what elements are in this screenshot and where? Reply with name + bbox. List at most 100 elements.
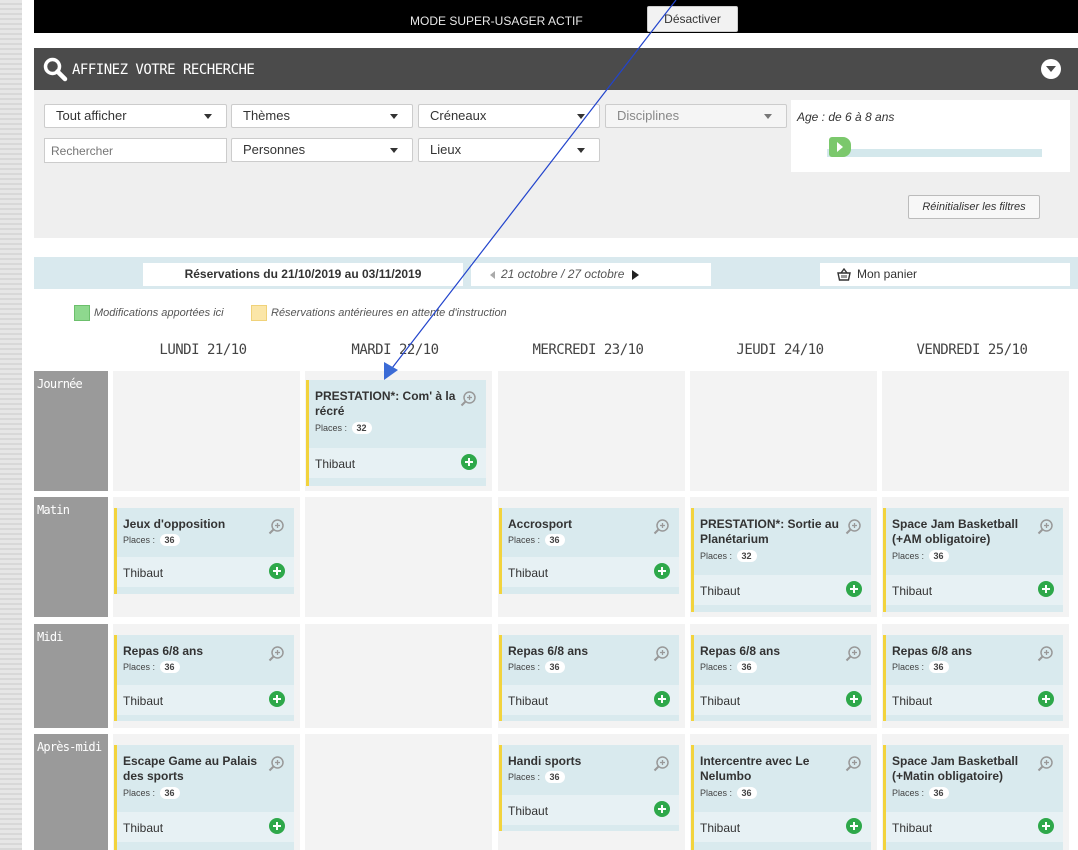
places-label: Places :	[700, 788, 733, 798]
activity-card[interactable]: Repas 6/8 ans Places : 36 Thibaut	[114, 635, 294, 721]
zoom-icon[interactable]	[653, 518, 670, 535]
person-name: Thibaut	[892, 584, 933, 598]
activity-name: Jeux d'opposition	[123, 517, 226, 531]
person-row: Thibaut	[502, 557, 679, 587]
activity-card[interactable]: Repas 6/8 ans Places : 36 Thibaut	[691, 635, 871, 721]
next-week-icon[interactable]	[632, 269, 640, 280]
activity-card[interactable]: Accrosport Places : 36 Thibaut	[499, 508, 679, 594]
reset-filters-button[interactable]: Réinitialiser les filtres	[908, 195, 1040, 219]
zoom-icon[interactable]	[653, 755, 670, 772]
places-count: Places : 36	[508, 661, 565, 673]
zoom-icon[interactable]	[1037, 755, 1054, 772]
places-number: 36	[159, 787, 180, 799]
zoom-icon[interactable]	[268, 518, 285, 535]
activity-card[interactable]: Intercentre avec Le Nelumbo Places : 36 …	[691, 745, 871, 850]
add-circle-icon[interactable]	[654, 801, 670, 817]
add-circle-icon[interactable]	[269, 691, 285, 707]
add-circle-icon[interactable]	[269, 563, 285, 579]
places-label: Places :	[700, 662, 733, 672]
add-circle-icon[interactable]	[269, 818, 285, 834]
person-row: Thibaut	[886, 685, 1063, 715]
places-label: Places :	[123, 662, 156, 672]
activity-card[interactable]: Escape Game au Palais des sports Places …	[114, 745, 294, 850]
places-count: Places : 32	[700, 550, 757, 562]
search-input[interactable]	[44, 138, 227, 163]
activity-card[interactable]: Space Jam Basketball (+AM obligatoire) P…	[883, 508, 1063, 612]
zoom-icon[interactable]	[653, 645, 670, 662]
places-label: Places :	[508, 662, 541, 672]
calendar-cell	[305, 734, 492, 850]
zoom-icon[interactable]	[268, 645, 285, 662]
add-circle-icon[interactable]	[654, 691, 670, 707]
zoom-icon[interactable]	[268, 755, 285, 772]
slots-dropdown[interactable]: Créneaux	[418, 104, 600, 128]
person-name: Thibaut	[892, 694, 933, 708]
add-circle-icon[interactable]	[1038, 818, 1054, 834]
day-header-tuesday: MARDI 22/10	[351, 342, 439, 358]
slot-label-apres-midi: Après-midi	[34, 734, 108, 850]
activity-name: PRESTATION*: Sortie au Planétarium	[700, 517, 839, 546]
week-navigator[interactable]: 21 octobre / 27 octobre	[471, 263, 711, 286]
activity-card[interactable]: Repas 6/8 ans Places : 36 Thibaut	[883, 635, 1063, 721]
zoom-icon[interactable]	[1037, 518, 1054, 535]
places-count: Places : 36	[892, 661, 949, 673]
calendar-cell	[305, 624, 492, 728]
zoom-icon[interactable]	[845, 755, 862, 772]
zoom-icon[interactable]	[845, 645, 862, 662]
places-dropdown[interactable]: Lieux	[418, 138, 600, 162]
legend-pending: Réservations antérieures en attente d'in…	[251, 305, 507, 321]
persons-dropdown[interactable]: Personnes	[231, 138, 413, 162]
places-count: Places : 36	[508, 771, 565, 783]
person-name: Thibaut	[508, 566, 549, 580]
add-circle-icon[interactable]	[846, 818, 862, 834]
deactivate-button[interactable]: Désactiver	[647, 6, 738, 32]
week-label: 21 octobre / 27 octobre	[501, 267, 625, 281]
person-row: Thibaut	[117, 685, 294, 715]
calendar-cell	[882, 371, 1069, 491]
person-row: Thibaut	[694, 575, 871, 605]
show-all-dropdown-label: Tout afficher	[56, 108, 127, 123]
activity-card[interactable]: PRESTATION*: Sortie au Planétarium Place…	[691, 508, 871, 612]
search-panel-header[interactable]: AFFINEZ VOTRE RECHERCHE	[34, 48, 1078, 90]
places-number: 36	[544, 661, 565, 673]
age-slider-track[interactable]	[827, 149, 1042, 157]
person-row: Thibaut	[309, 448, 486, 478]
places-count: Places : 36	[123, 661, 180, 673]
places-number: 36	[544, 771, 565, 783]
search-panel-title: AFFINEZ VOTRE RECHERCHE	[72, 62, 255, 78]
zoom-icon[interactable]	[460, 390, 477, 407]
activity-card[interactable]: Space Jam Basketball (+Matin obligatoire…	[883, 745, 1063, 850]
previous-week-icon[interactable]	[490, 270, 495, 279]
activity-name: Space Jam Basketball (+Matin obligatoire…	[892, 754, 1019, 783]
activity-name: Intercentre avec Le Nelumbo	[700, 754, 810, 783]
day-header-monday: LUNDI 21/10	[159, 342, 247, 358]
places-count: Places : 32	[315, 422, 372, 434]
places-number: 36	[159, 534, 180, 546]
collapse-chevron-icon[interactable]	[1041, 59, 1061, 79]
add-circle-icon[interactable]	[1038, 581, 1054, 597]
places-number: 32	[351, 422, 372, 434]
show-all-dropdown[interactable]: Tout afficher	[44, 104, 227, 128]
add-circle-icon[interactable]	[654, 563, 670, 579]
chevron-down-icon	[764, 114, 772, 119]
places-number: 36	[736, 787, 757, 799]
activity-card[interactable]: PRESTATION*: Com' à la récré Places : 32…	[306, 380, 486, 486]
activity-card[interactable]: Jeux d'opposition Places : 36 Thibaut	[114, 508, 294, 594]
age-slider-handle[interactable]	[829, 137, 851, 157]
places-number: 36	[928, 787, 949, 799]
add-circle-icon[interactable]	[461, 454, 477, 470]
activity-name: Space Jam Basketball (+AM obligatoire)	[892, 517, 1019, 546]
cart-button[interactable]: Mon panier	[820, 263, 1070, 286]
add-circle-icon[interactable]	[846, 581, 862, 597]
calendar-cell	[305, 497, 492, 617]
themes-dropdown[interactable]: Thèmes	[231, 104, 413, 128]
add-circle-icon[interactable]	[846, 691, 862, 707]
places-number: 36	[159, 661, 180, 673]
add-circle-icon[interactable]	[1038, 691, 1054, 707]
zoom-icon[interactable]	[1037, 645, 1054, 662]
activity-card[interactable]: Repas 6/8 ans Places : 36 Thibaut	[499, 635, 679, 721]
activity-card[interactable]: Handi sports Places : 36 Thibaut	[499, 745, 679, 831]
places-label: Places :	[315, 423, 348, 433]
zoom-icon[interactable]	[845, 518, 862, 535]
booking-period: Réservations du 21/10/2019 au 03/11/2019	[143, 263, 463, 286]
